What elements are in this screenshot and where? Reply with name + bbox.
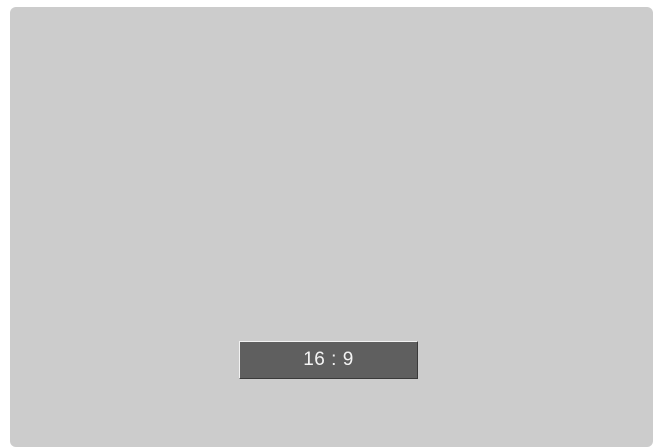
screen-panel: [10, 7, 653, 447]
aspect-ratio-button[interactable]: 16 : 9: [239, 341, 418, 379]
